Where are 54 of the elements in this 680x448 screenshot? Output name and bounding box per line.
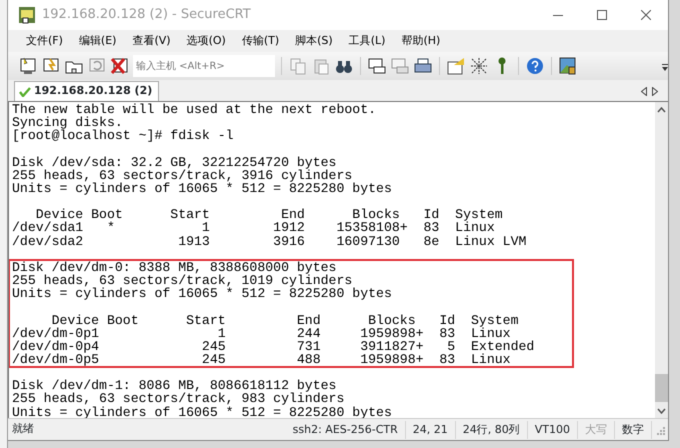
menu-item[interactable]: 选项(O) — [178, 32, 234, 50]
maximize-icon — [597, 10, 607, 20]
menu-item[interactable]: 工具(L) — [340, 32, 394, 50]
menu-item[interactable]: 帮助(H) — [393, 32, 448, 50]
menu-item[interactable]: 查看(V) — [124, 32, 179, 50]
menu-item[interactable]: 文件(F) — [18, 32, 71, 50]
status-cell: ssh2: AES-256-CTR — [286, 420, 406, 438]
status-indicator: 数字 — [615, 420, 652, 438]
disconnect-icon[interactable] — [110, 56, 130, 76]
status-indicator: 大写 — [578, 420, 615, 438]
status-cell: VT100 — [528, 420, 578, 438]
terminal-line: [root@localhost ~]# fdisk -l — [12, 129, 235, 142]
terminal-line: Units = cylinders of 16065 * 512 = 8225280 bytes — [12, 182, 393, 196]
resize-grip-icon[interactable] — [655, 424, 665, 434]
options-icon[interactable] — [446, 56, 466, 76]
terminal-line: Disk /dev/dm-1: 8086 MB, 8086618112 bytes — [12, 379, 336, 392]
menu-item[interactable]: 编辑(E) — [70, 32, 124, 50]
session-tab[interactable]: 192.168.20.128 (2) — [14, 81, 160, 101]
terminal-line: /dev/dm-0p5 245 488 1959898+ 83 Linux — [12, 352, 512, 366]
terminal-line: 255 heads, 63 sectors/track, 983 cylinders — [12, 392, 346, 406]
terminal-line: Device Boot Start End Blocks Id System — [50, 314, 520, 327]
check-icon — [19, 86, 31, 96]
scroll-up-icon[interactable] — [657, 107, 666, 113]
terminal-line: Disk /dev/dm-0: 8388 MB, 8388608000 bytes — [12, 260, 336, 274]
status-cell: 24, 21 — [406, 420, 456, 438]
app-icon — [18, 6, 36, 24]
print-icon[interactable] — [367, 56, 387, 76]
window-title: 192.168.20.128 (2) - SecureCRT — [42, 6, 251, 24]
terminal-line: 255 heads, 63 sectors/track, 3916 cylinders — [12, 168, 353, 182]
tab-left-icon[interactable] — [640, 86, 646, 96]
terminal-line: /dev/dm-0p4 245 731 3911827+ 5 Extended — [12, 340, 536, 353]
terminal-line: Device Boot Start End Blocks Id System — [36, 208, 504, 222]
terminal-line: The new table will be used at the next reboot. — [12, 103, 378, 116]
status-text: 就绪 — [11, 421, 35, 438]
menu-item[interactable]: 传输(T) — [234, 32, 288, 50]
terminal-line: Syncing disks. — [12, 116, 123, 130]
terminal-line: /dev/dm-0p1 1 244 1959898+ 83 Linux — [12, 326, 511, 340]
tab-right-icon[interactable] — [652, 86, 658, 96]
help-icon[interactable] — [525, 56, 545, 76]
status-cell: 24行, 80列 — [456, 420, 528, 438]
host-field[interactable]: 输入主机 <Alt+R> — [133, 55, 275, 77]
menu-item[interactable]: 脚本(S) — [287, 32, 341, 50]
terminal-line: 255 heads, 63 sectors/track, 1019 cylinders — [12, 274, 353, 288]
scroll-down-icon[interactable] — [657, 408, 666, 414]
scrollbar-thumb[interactable] — [655, 374, 668, 402]
close-icon — [641, 10, 651, 20]
terminal-line: Disk /dev/sda: 32.2 GB, 32212254720 bytes — [12, 156, 336, 169]
terminal-line: Units = cylinders of 16065 * 512 = 8225280 bytes — [12, 287, 393, 300]
terminal-line: Units = cylinders of 16065 * 512 = 8225280 bytes — [12, 406, 393, 418]
minimize-icon — [553, 14, 563, 16]
terminal-line: /dev/sda1 * 1 1912 15358108+ 83 Linux — [12, 221, 495, 235]
terminal-line: /dev/sda2 1913 3916 16097130 8e Linux LVM — [12, 234, 528, 248]
sftp-icon[interactable] — [558, 56, 578, 76]
connect-icon[interactable] — [18, 56, 38, 76]
